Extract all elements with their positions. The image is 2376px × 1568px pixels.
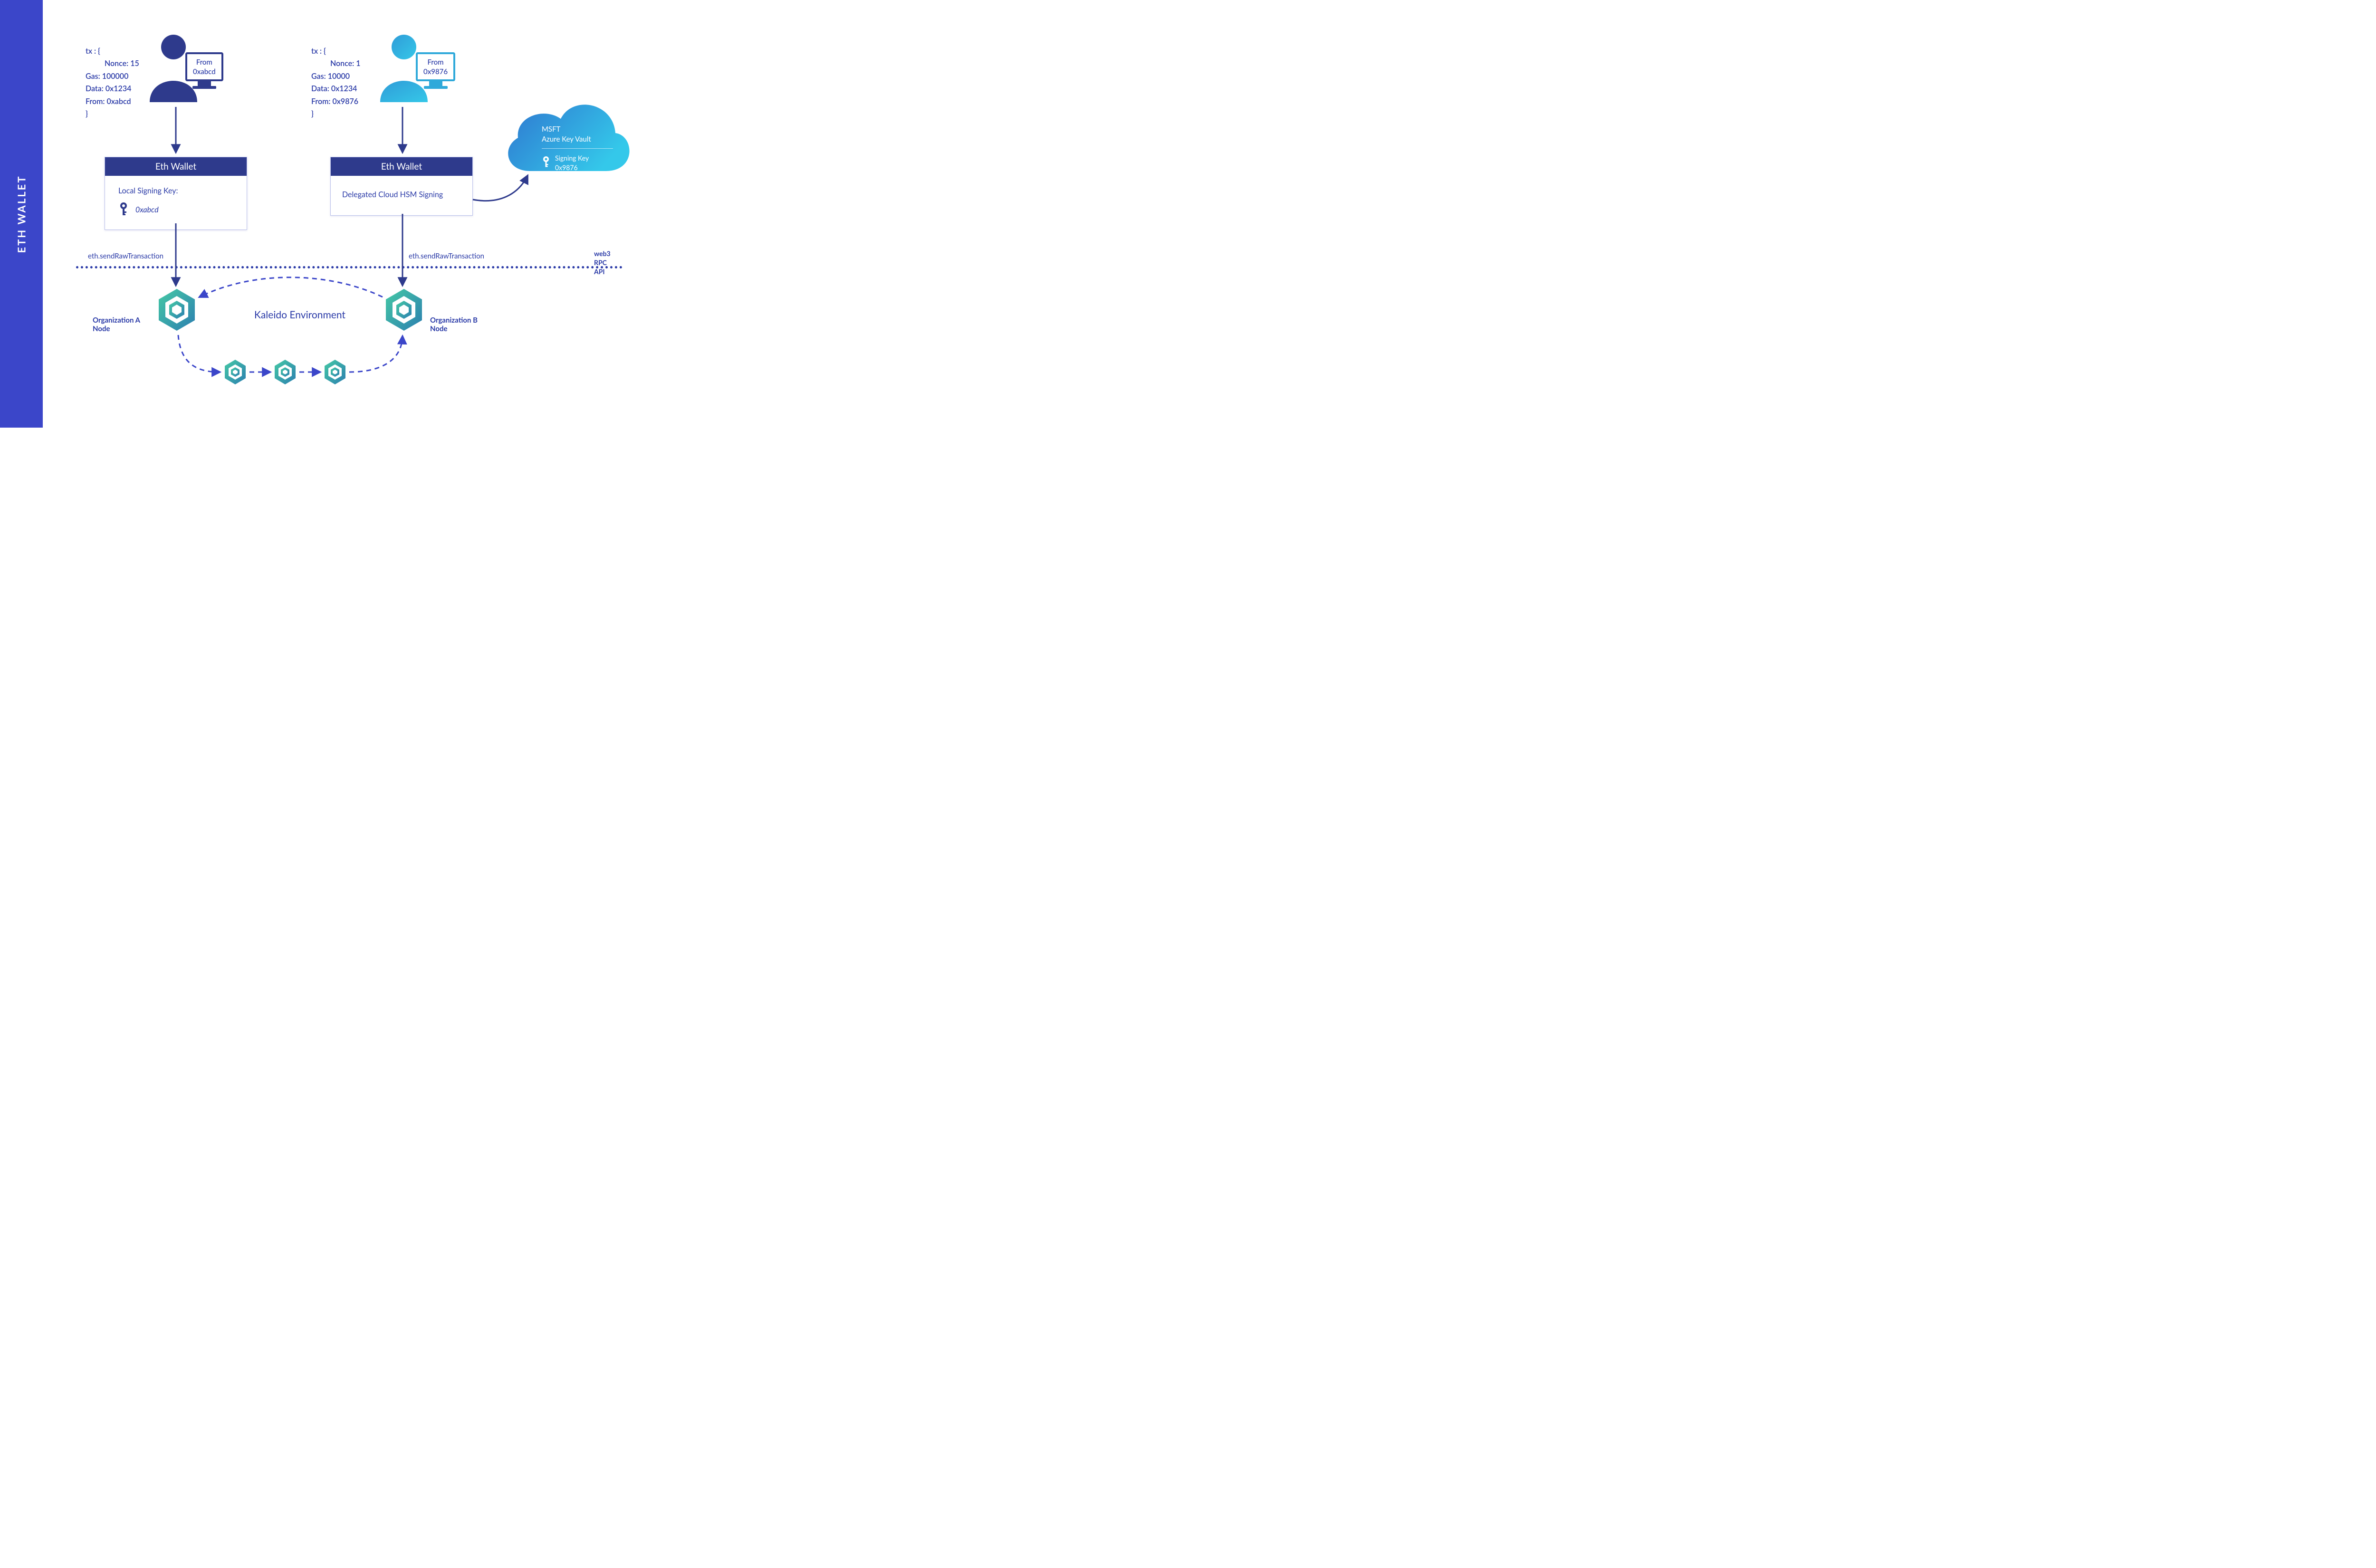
sidebar: ETH WALLET	[0, 0, 43, 428]
cloud-key-label: Signing Key	[555, 153, 589, 163]
key-icon	[118, 202, 129, 217]
wallet-b-title: Eth Wallet	[331, 157, 472, 176]
screen-b-l1: From	[423, 58, 448, 67]
cloud-key-val: 0x9876	[555, 163, 589, 172]
org-b-label: Organization B Node	[430, 316, 478, 333]
wallet-b-body: Delegated Cloud HSM Signing	[342, 190, 461, 199]
tx-a-close: }	[86, 109, 88, 118]
key-icon	[542, 156, 550, 170]
diagram-root: ETH WALLET tx : { Nonce: 15 Gas: 100000 …	[0, 0, 656, 428]
org-b-l1: Organization B	[430, 316, 478, 325]
env-label: Kaleido Environment	[254, 309, 345, 321]
hex-org-b	[384, 287, 424, 334]
tx-b-code: tx : { Nonce: 1 Gas: 10000 Data: 0x1234 …	[311, 45, 361, 120]
send-b-label: eth.sendRawTransaction	[409, 252, 484, 260]
wallet-a-keyval: 0xabcd	[135, 205, 159, 214]
tx-a-data: Data: 0x1234	[86, 84, 131, 93]
api-l2: RPC	[594, 258, 611, 268]
tx-b-gas: Gas: 10000	[311, 72, 350, 81]
wallet-a: Eth Wallet Local Signing Key: 0xabcd	[105, 157, 247, 230]
api-l1: web3	[594, 249, 611, 258]
screen-b-l2: 0x9876	[423, 67, 448, 77]
tx-b-from: From: 0x9876	[311, 97, 358, 106]
tx-b-close: }	[311, 109, 314, 118]
screen-a-l1: From	[193, 58, 216, 67]
cloud-divider	[542, 148, 613, 149]
tx-b-data: Data: 0x1234	[311, 84, 357, 93]
org-a-l1: Organization A	[93, 316, 140, 325]
cloud-t2: Azure Key Vault	[542, 134, 613, 144]
hex-small-1	[223, 359, 247, 387]
wallet-b: Eth Wallet Delegated Cloud HSM Signing	[330, 157, 473, 216]
hex-org-a	[157, 287, 197, 334]
api-l3: API	[594, 268, 611, 277]
org-a-label: Organization A Node	[93, 316, 140, 333]
send-a-label: eth.sendRawTransaction	[88, 252, 163, 260]
canvas: tx : { Nonce: 15 Gas: 100000 Data: 0x123…	[43, 0, 656, 428]
cloud-azure: MSFT Azure Key Vault Signing Key 0x9876	[497, 90, 634, 187]
tx-b-open: tx : {	[311, 47, 326, 56]
tx-a-gas: Gas: 100000	[86, 72, 128, 81]
wallet-a-body: Local Signing Key:	[118, 186, 233, 195]
hex-small-2	[273, 359, 297, 387]
tx-a-from: From: 0xabcd	[86, 97, 131, 106]
sidebar-title: ETH WALLET	[15, 175, 28, 253]
screen-a-l2: 0xabcd	[193, 67, 216, 77]
api-boundary-line	[76, 266, 623, 268]
cloud-t1: MSFT	[542, 124, 613, 134]
hex-small-3	[323, 359, 347, 387]
screen-a: From 0xabcd	[185, 52, 223, 81]
org-a-l2: Node	[93, 325, 140, 333]
api-labels: web3 RPC API	[594, 249, 611, 277]
wallet-a-title: Eth Wallet	[105, 157, 247, 176]
tx-b-nonce: Nonce: 1	[311, 57, 361, 70]
org-b-l2: Node	[430, 325, 478, 333]
screen-b: From 0x9876	[416, 52, 455, 81]
tx-a-code: tx : { Nonce: 15 Gas: 100000 Data: 0x123…	[86, 45, 139, 120]
tx-a-nonce: Nonce: 15	[86, 57, 139, 70]
tx-a-open: tx : {	[86, 47, 100, 56]
